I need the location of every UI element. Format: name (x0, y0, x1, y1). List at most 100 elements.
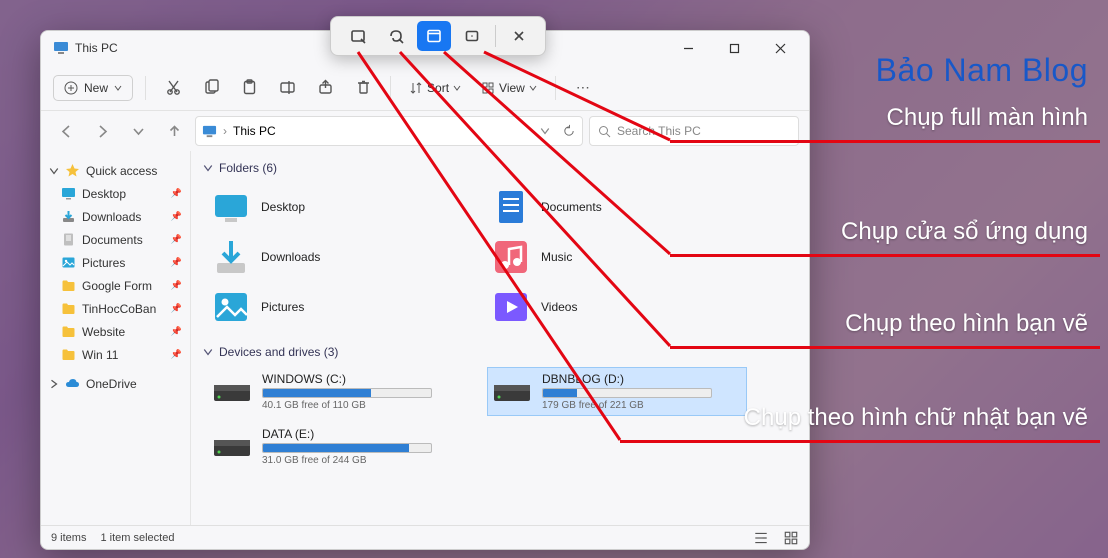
this-pc-icon (53, 40, 69, 56)
folder-item[interactable]: Desktop (207, 183, 467, 231)
sidebar-item-label: Downloads (82, 210, 141, 224)
sidebar-item[interactable]: Website📌 (45, 320, 186, 343)
folder-item[interactable]: Pictures (207, 283, 467, 331)
refresh-button[interactable] (562, 124, 576, 138)
folder-name: Downloads (261, 250, 320, 264)
sidebar-item-label: Google Form (82, 279, 152, 293)
folder-item[interactable]: Music (487, 233, 747, 281)
sidebar-item-label: Pictures (82, 256, 125, 270)
folder-item[interactable]: Documents (487, 183, 747, 231)
sidebar-item-label: Documents (82, 233, 143, 247)
folder-item[interactable]: Videos (487, 283, 747, 331)
copy-button[interactable] (196, 73, 226, 103)
annotation-underline (670, 140, 1100, 143)
sidebar-item-icon (61, 209, 76, 224)
sidebar: Quick access Desktop📌 Downloads📌 Documen… (41, 151, 191, 525)
chevron-down-icon (529, 84, 537, 92)
address-location: This PC (233, 124, 276, 138)
address-bar[interactable]: › This PC (195, 116, 583, 146)
annotation-label-rectangle: Chụp theo hình chữ nhật bạn vẽ (744, 404, 1088, 432)
sidebar-item[interactable]: TinHocCoBan📌 (45, 297, 186, 320)
paste-button[interactable] (234, 73, 264, 103)
sort-button[interactable]: Sort (403, 77, 467, 99)
large-icons-view-button[interactable] (783, 530, 799, 546)
sidebar-item[interactable]: Win 11 📌 (45, 343, 186, 366)
sidebar-item-icon (61, 324, 76, 339)
sidebar-item-icon (61, 301, 76, 316)
folder-icon (211, 287, 251, 327)
cut-button[interactable] (158, 73, 188, 103)
share-button[interactable] (310, 73, 340, 103)
sort-icon (409, 81, 423, 95)
sidebar-item-icon (61, 232, 76, 247)
sidebar-item-icon (61, 278, 76, 293)
folders-header-label: Folders (6) (219, 161, 277, 175)
folders-group-header[interactable]: Folders (6) (203, 157, 797, 179)
chevron-down-icon (114, 84, 122, 92)
chevron-down-icon (49, 166, 59, 176)
drive-item[interactable]: DATA (E:) 31.0 GB free of 244 GB (207, 422, 467, 471)
snipping-tool-bar (330, 16, 546, 56)
snip-rectangle-button[interactable] (341, 21, 375, 51)
chevron-down-icon (203, 163, 213, 173)
annotation-label-fullscreen: Chụp full màn hình (887, 104, 1088, 132)
annotation-underline (670, 254, 1100, 257)
sidebar-item[interactable]: Documents📌 (45, 228, 186, 251)
plus-circle-icon (64, 81, 78, 95)
chevron-down-icon (453, 84, 461, 92)
chevron-down-icon (203, 347, 213, 357)
content-area: Folders (6) Desktop Documents Downloads … (191, 151, 809, 525)
recent-button[interactable] (123, 116, 153, 146)
forward-button[interactable] (87, 116, 117, 146)
folder-icon (491, 237, 531, 277)
chevron-down-icon[interactable] (540, 126, 550, 136)
folder-name: Videos (541, 300, 577, 314)
pin-icon: 📌 (171, 303, 182, 314)
sidebar-item-icon (61, 255, 76, 270)
sidebar-item-label: Desktop (82, 187, 126, 201)
maximize-button[interactable] (711, 32, 757, 64)
file-explorer-window: This PC New Sort View (40, 30, 810, 550)
sort-label: Sort (427, 81, 449, 95)
status-selected: 1 item selected (100, 532, 174, 544)
folder-item[interactable]: Downloads (207, 233, 467, 281)
view-label: View (499, 81, 525, 95)
more-button[interactable]: ⋯ (568, 79, 600, 96)
annotation-label-freeform: Chụp theo hình bạn vẽ (845, 310, 1088, 338)
up-button[interactable] (159, 116, 189, 146)
folder-name: Pictures (261, 300, 304, 314)
folder-icon (211, 187, 251, 227)
drives-group-header[interactable]: Devices and drives (3) (203, 341, 797, 363)
delete-button[interactable] (348, 73, 378, 103)
annotation-underline (670, 346, 1100, 349)
pin-icon: 📌 (171, 326, 182, 337)
drive-name: DBNBLOG (D:) (542, 372, 742, 386)
pin-icon: 📌 (171, 349, 182, 360)
sidebar-item[interactable]: Downloads📌 (45, 205, 186, 228)
sidebar-item-label: Win 11 (82, 348, 118, 362)
back-button[interactable] (51, 116, 81, 146)
sidebar-onedrive[interactable]: OneDrive (45, 372, 186, 395)
sidebar-item-icon (61, 186, 76, 201)
close-button[interactable] (757, 32, 803, 64)
drive-item[interactable]: DBNBLOG (D:) 179 GB free of 221 GB (487, 367, 747, 416)
details-view-button[interactable] (753, 530, 769, 546)
drive-usage-bar (542, 388, 712, 398)
drive-item[interactable]: WINDOWS (C:) 40.1 GB free of 110 GB (207, 367, 467, 416)
drive-name: WINDOWS (C:) (262, 372, 462, 386)
sidebar-item[interactable]: Google Form📌 (45, 274, 186, 297)
folder-name: Desktop (261, 200, 305, 214)
new-button[interactable]: New (53, 75, 133, 101)
pin-icon: 📌 (171, 257, 182, 268)
sidebar-quick-access[interactable]: Quick access (45, 159, 186, 182)
snip-close-button[interactable] (502, 21, 536, 51)
snip-window-button[interactable] (417, 21, 451, 51)
snip-fullscreen-button[interactable] (455, 21, 489, 51)
minimize-button[interactable] (665, 32, 711, 64)
snip-freeform-button[interactable] (379, 21, 413, 51)
sidebar-item[interactable]: Pictures 📌 (45, 251, 186, 274)
chevron-right-icon (49, 379, 59, 389)
rename-button[interactable] (272, 73, 302, 103)
view-button[interactable]: View (475, 77, 543, 99)
sidebar-item[interactable]: Desktop📌 (45, 182, 186, 205)
